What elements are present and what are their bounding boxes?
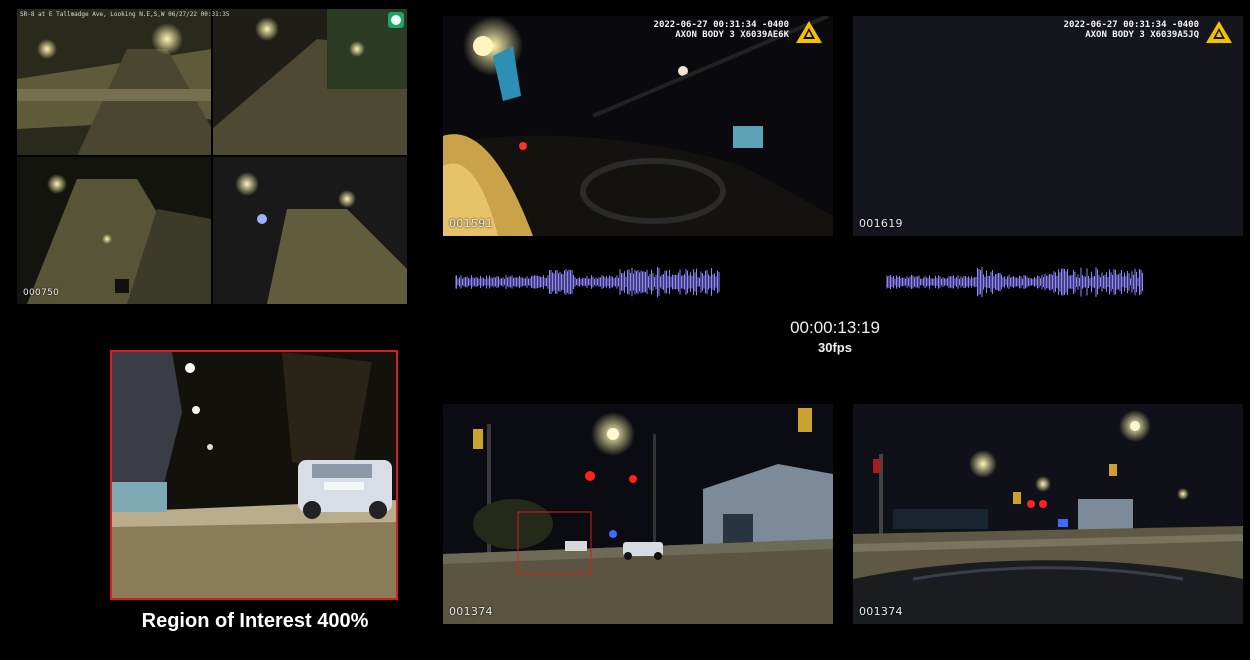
bodycam-2-frame-number: 001619: [859, 217, 903, 230]
playback-timecode: 00:00:13:19: [790, 318, 880, 337]
axon-logo-icon: [1206, 21, 1232, 43]
region-of-interest-zoomed-video: [112, 352, 396, 598]
dashcam-1-video: [443, 404, 833, 624]
dashcam-2-video: [853, 404, 1243, 624]
dashcam-2-frame-number: 001374: [859, 605, 903, 618]
frame-rate-label: 30fps: [818, 340, 852, 355]
bodycam-1-panel: 2022-06-27 00:31:34 -0400 AXON BODY 3 X6…: [443, 16, 833, 236]
dashcam-1-panel: 001374: [443, 404, 833, 624]
region-of-interest-caption: Region of Interest 400%: [141, 610, 369, 632]
dashcam-1-frame-number: 001374: [449, 605, 493, 618]
region-of-interest-panel: [110, 350, 398, 600]
traffic-camera-frame-number: 000750: [23, 288, 60, 298]
bodycam-1-frame-number: 001591: [449, 217, 493, 230]
bodycam-1-timestamp: 2022-06-27 00:31:34 -0400 AXON BODY 3 X6…: [653, 20, 789, 40]
traffic-camera-panel: SR-8 at E Tallmadge Ave, Looking N.E,S,W…: [17, 9, 407, 304]
green-circle-status-icon: [388, 12, 404, 28]
bodycam-1-video: [443, 16, 833, 236]
axon-logo-icon: [796, 21, 822, 43]
traffic-camera-quad-view: [17, 9, 407, 304]
dashcam-2-panel: 001374: [853, 404, 1243, 624]
bodycam-2-panel: 2022-06-27 00:31:34 -0400 AXON BODY 3 X6…: [853, 16, 1243, 236]
bodycam-1-audio-waveform: [455, 266, 720, 298]
bodycam-2-audio-waveform: [886, 266, 1143, 298]
bodycam-2-timestamp: 2022-06-27 00:31:34 -0400 AXON BODY 3 X6…: [1063, 20, 1199, 40]
traffic-camera-caption: SR-8 at E Tallmadge Ave, Looking N.E,S,W…: [20, 11, 230, 18]
